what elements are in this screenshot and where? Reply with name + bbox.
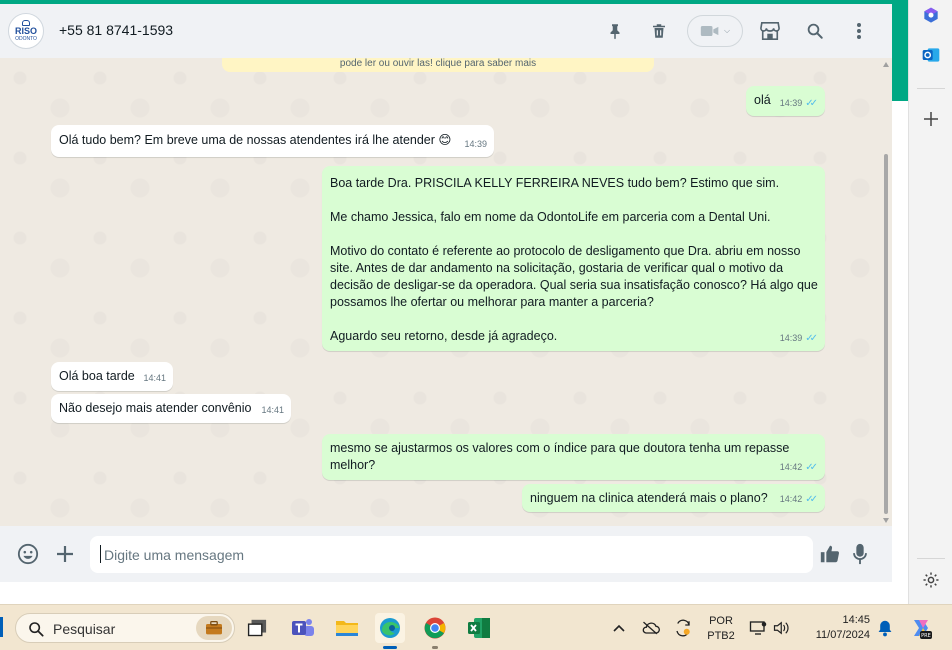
settings-gear-icon[interactable] [917,566,945,594]
chevron-up-icon[interactable] [609,618,629,638]
message-incoming[interactable]: Não desejo mais atender convênio 14:41 [51,394,291,423]
message-text: Não desejo mais atender convênio [59,401,252,415]
notification-bell-icon[interactable] [875,618,895,638]
message-input[interactable] [90,536,813,573]
teams-icon[interactable] [288,613,318,643]
edge-divider [917,88,945,89]
system-notice: pode ler ou ouvir las! clique para saber… [222,58,654,72]
taskbar-edge-mark [0,617,3,637]
read-ticks-icon: ✓✓ [805,333,818,344]
message-incoming[interactable]: Olá boa tarde 14:41 [51,362,173,391]
pin-icon[interactable] [603,19,627,43]
copilot-badge: PRE [921,633,931,639]
message-text: Boa tarde Dra. PRISCILA KELLY FERREIRA N… [330,176,818,343]
scroll-down-arrow[interactable] [883,518,889,523]
language-code: POR [709,615,733,627]
text-caret [100,545,101,563]
more-options-icon[interactable] [847,19,871,43]
add-icon[interactable] [917,105,945,133]
outlook-icon[interactable] [917,41,945,69]
scroll-up-arrow[interactable] [883,62,889,67]
search-icon[interactable] [803,19,827,43]
message-outgoing[interactable]: ninguem na clinica atenderá mais o plano… [522,484,825,512]
windows-taskbar: Pesquisar POR PTB2 14:45 11/07/2024 PRE [0,604,952,650]
excel-icon[interactable] [464,613,494,643]
clock-date: 11/07/2024 [815,629,870,641]
message-incoming[interactable]: Olá tudo bem? Em breve uma de nossas ate… [51,125,494,157]
message-outgoing[interactable]: olá 14:39 ✓✓ [746,86,825,116]
chevron-down-icon: ⌵ [723,26,731,35]
screen-cast-icon[interactable] [748,618,768,638]
contact-name[interactable]: +55 81 8741-1593 [59,22,173,38]
system-clock[interactable]: 14:45 11/07/2024 [800,613,870,643]
thumbs-up-icon[interactable] [818,542,842,566]
running-indicator [432,646,438,649]
message-text: ninguem na clinica atenderá mais o plano… [530,491,768,505]
message-text: Olá tudo bem? Em breve uma de nossas ate… [59,133,452,147]
scrollbar-thumb[interactable] [884,154,888,514]
copilot-icon[interactable] [917,2,945,30]
message-time: 14:42 [779,462,803,472]
avatar[interactable]: RISO ODONTO [8,13,44,49]
search-icon [29,622,44,637]
shop-icon[interactable] [758,19,782,43]
message-time: 14:42 [779,494,803,504]
chat-header: RISO ODONTO +55 81 8741-1593 ⌵ [0,4,892,58]
sync-icon[interactable] [673,618,693,638]
briefcase-icon [196,616,232,640]
taskbar-search[interactable]: Pesquisar [15,613,235,643]
read-ticks-icon: ✓✓ [805,494,818,505]
edge-browser-icon[interactable] [375,613,405,643]
keyboard-layout: PTB2 [707,630,735,642]
copilot-taskbar-icon[interactable]: PRE [909,616,933,640]
whatsapp-window: RISO ODONTO +55 81 8741-1593 ⌵ pode ler … [0,4,892,582]
avatar-logo-text: RISO [14,26,37,36]
message-time: 14:39 [464,139,487,149]
window-accent-edge [892,0,908,101]
message-time: 14:41 [143,373,166,383]
message-time: 14:41 [261,405,284,415]
file-explorer-icon[interactable] [332,613,362,643]
message-text: mesmo se ajustarmos os valores com o índ… [330,441,793,472]
message-outgoing[interactable]: Boa tarde Dra. PRISCILA KELLY FERREIRA N… [322,166,825,351]
microphone-icon[interactable] [848,542,872,566]
input-language[interactable]: POR PTB2 [704,614,738,644]
attach-plus-icon[interactable] [53,542,77,566]
video-camera-icon [700,26,719,36]
desktop-background [0,582,908,604]
edge-divider [917,558,945,559]
emoji-icon[interactable] [16,542,40,566]
search-label: Pesquisar [53,621,116,637]
active-indicator [383,646,397,649]
chrome-icon[interactable] [420,613,450,643]
composer-bar [0,526,892,582]
edge-sidebar [908,0,952,604]
trash-icon[interactable] [647,19,671,43]
message-list[interactable]: pode ler ou ouvir las! clique para saber… [0,58,892,526]
video-call-button[interactable]: ⌵ [687,15,743,47]
read-ticks-icon: ✓✓ [805,462,818,473]
avatar-logo-subtext: ODONTO [15,36,37,42]
message-time: 14:39 [779,333,803,343]
taskview-app[interactable] [242,613,272,643]
speaker-icon[interactable] [772,618,792,638]
message-time: 14:39 [779,98,803,108]
message-outgoing[interactable]: mesmo se ajustarmos os valores com o índ… [322,434,825,480]
clock-time: 14:45 [842,614,870,626]
cloud-offline-icon[interactable] [641,618,661,638]
read-ticks-icon: ✓✓ [805,98,818,109]
